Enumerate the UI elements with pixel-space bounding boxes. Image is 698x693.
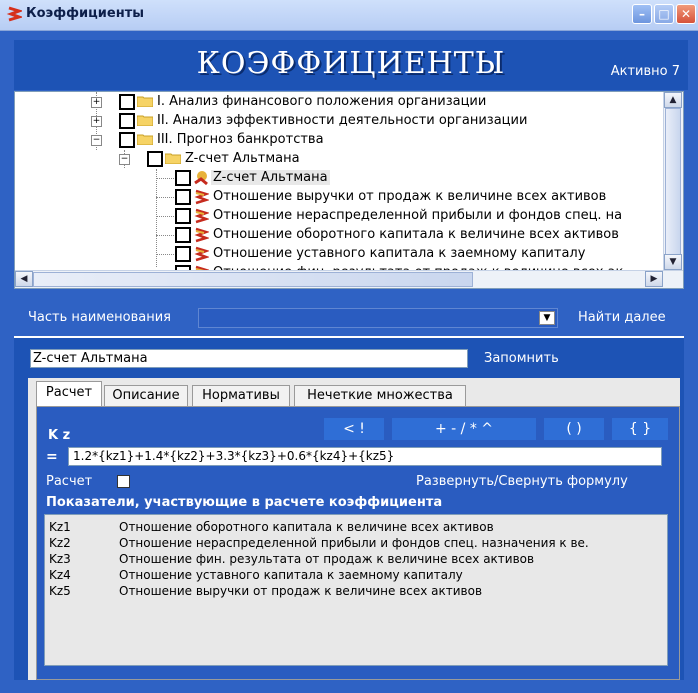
- tree-checkbox[interactable]: [119, 132, 135, 148]
- operator-button-compare[interactable]: < !: [324, 418, 384, 440]
- calc-checkbox[interactable]: [117, 475, 130, 488]
- minimize-button[interactable]: –: [632, 4, 652, 24]
- tree-connector: [156, 235, 174, 236]
- param-code: Kz3: [49, 552, 71, 566]
- tree-checkbox[interactable]: [175, 170, 191, 186]
- tree-item-bankruptcy[interactable]: − III. Прогноз банкротства: [15, 131, 655, 150]
- tree-horizontal-scrollbar[interactable]: ◀ ▶: [15, 270, 683, 288]
- variable-label: K z: [48, 428, 71, 443]
- name-part-combo[interactable]: ▼: [198, 308, 558, 328]
- tab-description[interactable]: Описание: [104, 385, 188, 407]
- tree-vertical-scrollbar[interactable]: ▲ ▼: [663, 92, 683, 270]
- scroll-up-icon[interactable]: ▲: [664, 92, 682, 108]
- page-title: КОЭФФИЦИЕНТЫ: [196, 46, 506, 81]
- tree-connector: [156, 254, 174, 255]
- toggle-formula-link[interactable]: Развернуть/Свернуть формулу: [416, 474, 628, 489]
- tree-item-label: Отношение уставного капитала к заемному …: [213, 246, 586, 261]
- tree-item-kz5[interactable]: Отношение выручки от продаж к величине в…: [15, 188, 655, 207]
- dropdown-arrow-icon[interactable]: ▼: [539, 311, 555, 325]
- scroll-left-icon[interactable]: ◀: [15, 271, 33, 287]
- tree-item-altman-group[interactable]: − Z-счет Альтмана: [15, 150, 655, 169]
- find-next-button[interactable]: Найти далее: [578, 310, 666, 325]
- window-title: Коэффициенты: [26, 6, 145, 21]
- formula-icon: [194, 171, 208, 186]
- operator-button-parentheses[interactable]: ( ): [544, 418, 604, 440]
- folder-open-icon: [165, 153, 181, 164]
- scroll-thumb[interactable]: [665, 108, 681, 258]
- equals-sign: =: [46, 449, 58, 465]
- params-header: Показатели, участвующие в расчете коэффи…: [46, 495, 443, 510]
- tree-item-label: Z-счет Альтмана: [185, 151, 300, 166]
- scroll-down-icon[interactable]: ▼: [664, 254, 682, 270]
- active-count: Активно 7: [610, 64, 680, 79]
- tree-item-label: Отношение нераспределенной прибыли и фон…: [213, 208, 623, 223]
- indicator-icon: [194, 227, 209, 243]
- tree-connector: [156, 197, 174, 198]
- tree-checkbox[interactable]: [119, 94, 135, 110]
- app-icon: [6, 6, 22, 22]
- title-bar[interactable]: Коэффициенты – □ ✕: [0, 0, 698, 31]
- tree-item-kz2[interactable]: Отношение нераспределенной прибыли и фон…: [15, 207, 655, 226]
- tab-norms[interactable]: Нормативы: [192, 385, 290, 407]
- tree-checkbox[interactable]: [147, 151, 163, 167]
- maximize-button[interactable]: □: [654, 4, 674, 24]
- scroll-right-icon[interactable]: ▶: [645, 271, 663, 287]
- tree-item-label: Z-счет Альтмана: [211, 170, 330, 185]
- tree-item-label: Отношение выручки от продаж к величине в…: [213, 189, 607, 204]
- folder-icon: [137, 96, 153, 107]
- operator-button-braces[interactable]: { }: [612, 418, 668, 440]
- window-bottom-border: [0, 686, 698, 693]
- param-description: Отношение уставного капитала к заемному …: [119, 568, 463, 582]
- expand-icon[interactable]: +: [91, 97, 102, 108]
- collapse-icon[interactable]: −: [119, 154, 130, 165]
- operator-button-arithmetic[interactable]: + - / * ^: [392, 418, 536, 440]
- indicator-icon: [194, 208, 209, 224]
- scroll-thumb[interactable]: [33, 272, 473, 287]
- header-banner: КОЭФФИЦИЕНТЫ Активно 7: [14, 40, 688, 90]
- tree-item-kz4[interactable]: Отношение уставного капитала к заемному …: [15, 245, 655, 264]
- param-code: Kz5: [49, 584, 71, 598]
- tab-calculation[interactable]: Расчет: [36, 381, 102, 408]
- maximize-icon: □: [658, 7, 670, 21]
- param-description: Отношение фин. результата от продаж к ве…: [119, 552, 535, 566]
- folder-open-icon: [137, 134, 153, 145]
- tree-item-label: III. Прогноз банкротства: [157, 132, 324, 147]
- tree-checkbox[interactable]: [175, 208, 191, 224]
- name-part-label: Часть наименования: [28, 310, 171, 325]
- tree-checkbox[interactable]: [175, 246, 191, 262]
- remember-button[interactable]: Запомнить: [484, 351, 559, 366]
- params-list[interactable]: Kz1 Отношение оборотного капитала к вели…: [44, 514, 668, 666]
- indicator-icon: [194, 189, 209, 205]
- expand-icon[interactable]: +: [91, 116, 102, 127]
- tree-connector: [156, 178, 174, 179]
- tree-checkbox[interactable]: [175, 227, 191, 243]
- tree-connector: [156, 216, 174, 217]
- param-code: Kz1: [49, 520, 71, 534]
- tree-checkbox[interactable]: [119, 113, 135, 129]
- tree-checkbox[interactable]: [175, 189, 191, 205]
- folder-icon: [137, 115, 153, 126]
- tree-item-label: I. Анализ финансового положения организа…: [157, 94, 487, 109]
- tree-item-efficiency[interactable]: + II. Анализ эффективности деятельности …: [15, 112, 655, 131]
- coefficient-name-input[interactable]: Z-счет Альтмана: [30, 349, 468, 368]
- param-code: Kz4: [49, 568, 71, 582]
- collapse-icon[interactable]: −: [91, 135, 102, 146]
- param-code: Kz2: [49, 536, 71, 550]
- calc-checkbox-label: Расчет: [46, 474, 93, 489]
- tab-fuzzy-sets[interactable]: Нечеткие множества: [294, 385, 466, 407]
- tree-item-label: II. Анализ эффективности деятельности ор…: [157, 113, 528, 128]
- indicator-icon: [194, 246, 209, 262]
- param-description: Отношение нераспределенной прибыли и фон…: [119, 536, 589, 550]
- coefficients-tree[interactable]: + I. Анализ финансового положения органи…: [14, 91, 684, 289]
- param-description: Отношение выручки от продаж к величине в…: [119, 584, 483, 598]
- tree-item-label: Отношение оборотного капитала к величине…: [213, 227, 619, 242]
- tree-item-altman-score[interactable]: Z-счет Альтмана: [15, 169, 655, 188]
- param-description: Отношение оборотного капитала к величине…: [119, 520, 494, 534]
- formula-input[interactable]: 1.2*{kz1}+1.4*{kz2}+3.3*{kz3}+0.6*{kz4}+…: [68, 447, 662, 466]
- close-icon: ✕: [680, 7, 692, 21]
- minimize-icon: –: [639, 7, 645, 21]
- close-button[interactable]: ✕: [676, 4, 696, 24]
- tree-item-financial-position[interactable]: + I. Анализ финансового положения органи…: [15, 93, 655, 112]
- tree-item-kz1[interactable]: Отношение оборотного капитала к величине…: [15, 226, 655, 245]
